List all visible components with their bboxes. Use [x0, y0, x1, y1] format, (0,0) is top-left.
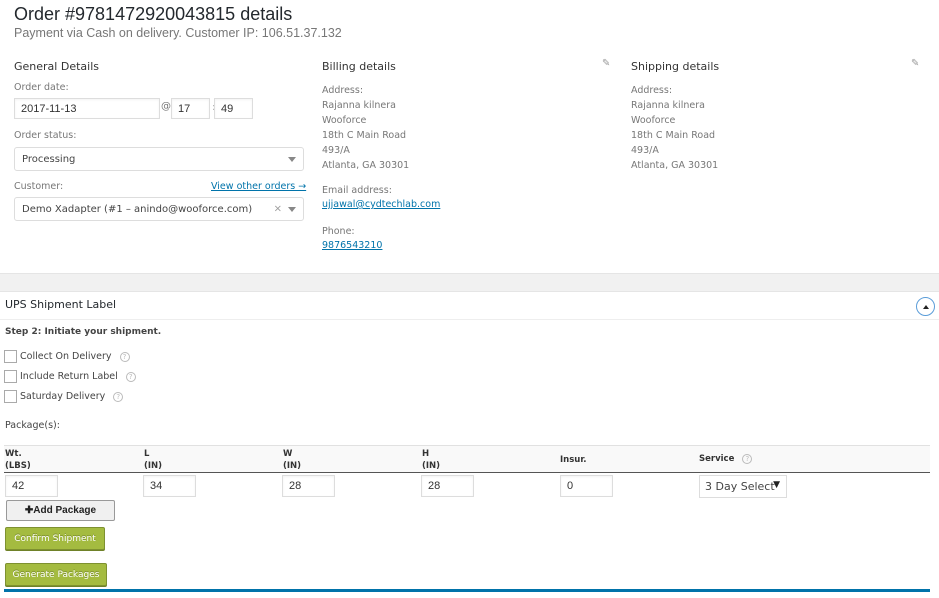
clear-icon[interactable]: ×	[274, 204, 282, 215]
order-status-select[interactable]: Processing	[14, 147, 304, 171]
collapse-toggle-button[interactable]	[916, 297, 935, 316]
column-header-width: W (IN)	[283, 448, 301, 472]
shipping-address-line: Wooforce	[631, 115, 676, 126]
dropdown-arrow-icon: ▼	[773, 480, 780, 490]
packages-label: Package(s):	[5, 420, 60, 431]
order-minute-input[interactable]: 49	[214, 98, 253, 119]
order-status-label: Order status:	[14, 130, 77, 141]
confirm-shipment-button[interactable]: Confirm Shipment	[5, 527, 105, 550]
column-header-unit: (IN)	[283, 461, 302, 471]
customer-value: Demo Xadapter (#1 – anindo@wooforce.com)	[22, 203, 253, 215]
billing-address-label: Address:	[322, 85, 364, 96]
billing-address-block: Address: Rajanna kilnera Wooforce 18th C…	[322, 83, 409, 173]
column-header-unit: (LBS)	[5, 461, 31, 471]
include-return-label-checkbox[interactable]	[4, 370, 17, 383]
order-date-label: Order date:	[14, 82, 69, 93]
ups-panel-title: UPS Shipment Label	[5, 298, 117, 311]
length-value: 34	[150, 480, 163, 492]
package-table-header: Wt. (LBS) L (IN) W (IN) H (IN) Insur. Servic…	[4, 445, 930, 473]
column-header-unit: (IN)	[422, 461, 441, 471]
order-date-input[interactable]: 2017-11-13	[14, 98, 160, 119]
general-details-heading: General Details	[14, 60, 99, 73]
billing-address-line: 493/A	[322, 145, 350, 156]
help-icon[interactable]: ?	[125, 371, 136, 382]
column-header-line: Service	[699, 454, 735, 464]
insurance-input[interactable]: 0	[560, 475, 613, 497]
page-title: Order #9781472920043815 details	[14, 4, 293, 24]
help-icon[interactable]: ?	[742, 454, 753, 464]
order-status-value: Processing	[22, 153, 76, 165]
edit-billing-pencil-icon[interactable]: ✎	[602, 58, 610, 69]
section-divider	[0, 273, 939, 292]
option-label: Include Return Label	[20, 371, 118, 382]
length-input[interactable]: 34	[143, 475, 196, 497]
service-select[interactable]: 3 Day Select ▼	[699, 475, 787, 498]
page-subtitle: Payment via Cash on delivery. Customer I…	[14, 26, 342, 40]
column-header-line: Wt.	[5, 449, 22, 459]
billing-details-heading: Billing details	[322, 60, 396, 73]
option-label: Saturday Delivery	[20, 391, 106, 402]
at-symbol: @	[161, 101, 171, 112]
view-other-orders-link[interactable]: View other orders →	[211, 181, 306, 192]
column-header-line: H	[422, 449, 430, 459]
shipping-address-line: Rajanna kilnera	[631, 100, 705, 111]
column-header-line: L	[144, 449, 150, 459]
step-label: Step 2: Initiate your shipment.	[5, 327, 162, 337]
option-saturday-delivery: Saturday Delivery ?	[4, 390, 124, 403]
order-hour-value: 17	[178, 102, 191, 115]
shipping-address-line: 493/A	[631, 145, 659, 156]
chevron-down-icon	[288, 157, 296, 162]
weight-input[interactable]: 42	[5, 475, 58, 497]
width-input[interactable]: 28	[282, 475, 335, 497]
billing-address-line: Wooforce	[322, 115, 367, 126]
billing-phone-link[interactable]: 9876543210	[322, 240, 382, 251]
billing-email-label: Email address:	[322, 185, 392, 196]
arrow-up-icon	[922, 304, 929, 309]
option-label: Collect On Delivery	[20, 351, 112, 362]
order-hour-input[interactable]: 17	[171, 98, 210, 119]
help-icon[interactable]: ?	[119, 351, 130, 362]
order-date-value: 2017-11-13	[21, 102, 77, 115]
width-value: 28	[289, 480, 302, 492]
column-header-height: H (IN)	[422, 448, 440, 472]
customer-select[interactable]: Demo Xadapter (#1 – anindo@wooforce.com)…	[14, 197, 304, 221]
billing-address-line: Atlanta, GA 30301	[322, 160, 410, 171]
height-value: 28	[428, 480, 441, 492]
insurance-value: 0	[567, 480, 574, 492]
generate-packages-button[interactable]: Generate Packages	[5, 563, 107, 586]
service-value: 3 Day Select	[705, 480, 775, 493]
billing-email-link[interactable]: ujjawal@cydtechlab.com	[322, 199, 440, 210]
saturday-delivery-checkbox[interactable]	[4, 390, 17, 403]
shipping-address-line: 18th C Main Road	[631, 130, 716, 141]
billing-phone-label: Phone:	[322, 226, 355, 237]
edit-shipping-pencil-icon[interactable]: ✎	[911, 58, 919, 69]
column-header-service: Service ?	[699, 453, 753, 465]
collect-on-delivery-checkbox[interactable]	[4, 350, 17, 363]
billing-address-line: Rajanna kilnera	[322, 100, 396, 111]
customer-label: Customer:	[14, 181, 64, 192]
ups-panel-header	[0, 292, 939, 320]
option-collect-on-delivery: Collect On Delivery ?	[4, 350, 130, 363]
order-minute-value: 49	[221, 102, 234, 115]
column-header-weight: Wt. (LBS)	[5, 448, 31, 472]
accent-bar	[4, 589, 930, 592]
billing-address-line: 18th C Main Road	[322, 130, 407, 141]
height-input[interactable]: 28	[421, 475, 474, 497]
weight-value: 42	[12, 480, 25, 492]
column-header-unit: (IN)	[144, 461, 163, 471]
option-include-return-label: Include Return Label ?	[4, 370, 136, 383]
column-header-length: L (IN)	[144, 448, 162, 472]
shipping-address-line: Atlanta, GA 30301	[631, 160, 719, 171]
help-icon[interactable]: ?	[113, 391, 124, 402]
add-package-button[interactable]: ✚Add Package	[6, 500, 115, 521]
shipping-address-block: Address: Rajanna kilnera Wooforce 18th C…	[631, 83, 718, 173]
shipping-details-heading: Shipping details	[631, 60, 720, 73]
shipping-address-label: Address:	[631, 85, 673, 96]
column-header-insurance: Insur.	[560, 455, 587, 465]
chevron-down-icon	[288, 207, 296, 212]
column-header-line: W	[283, 449, 293, 459]
